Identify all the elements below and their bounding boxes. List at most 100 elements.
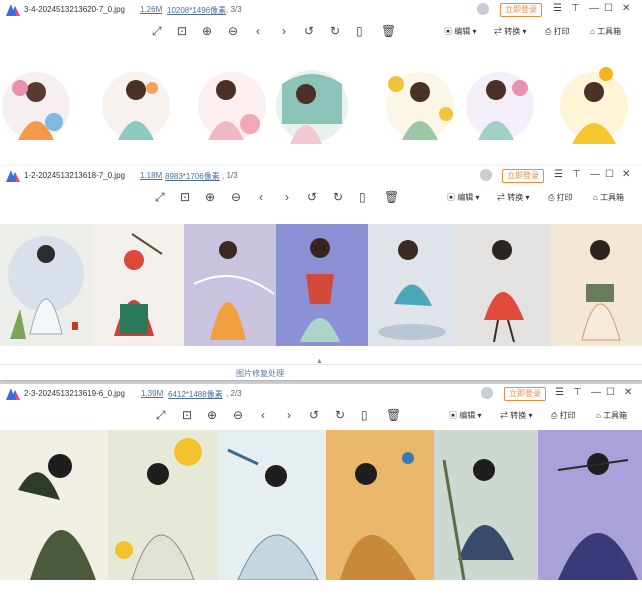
round-illustration xyxy=(276,70,348,144)
toolbox-button[interactable]: ⌂ 工具箱 xyxy=(590,26,621,37)
toolbar: ⤢ ⊡ ⊕ ⊖ ‹ › ↺ ↻ ▯ 🗑 ▣ 编辑 ▾ ⇄ 转换 ▾ ⎙ 打印 ⌂… xyxy=(0,186,642,210)
edit-button[interactable]: ▣ 编辑 ▾ xyxy=(444,26,476,37)
app-logo-icon xyxy=(6,170,20,182)
close-icon[interactable]: ✕ xyxy=(624,387,632,399)
illustration-panel xyxy=(458,224,550,346)
maximize-icon[interactable]: ☐ xyxy=(604,3,613,15)
illustration-panel xyxy=(0,430,108,580)
actual-size-icon[interactable]: ⊡ xyxy=(182,408,192,422)
maximize-icon[interactable]: ☐ xyxy=(606,387,615,399)
zoom-out-icon[interactable]: ⊖ xyxy=(233,408,243,422)
print-button[interactable]: ⎙ 打印 xyxy=(551,410,576,421)
rotate-right-icon[interactable]: ↻ xyxy=(330,24,340,38)
menu-icon[interactable]: ☰ xyxy=(554,169,563,181)
toolbox-button[interactable]: ⌂ 工具箱 xyxy=(596,410,627,421)
rotate-right-icon[interactable]: ↻ xyxy=(333,190,343,204)
image-dimensions-link[interactable]: 10208*1496像素 xyxy=(167,5,226,16)
previous-icon[interactable]: ‹ xyxy=(256,24,260,38)
rotate-left-icon[interactable]: ↺ xyxy=(304,24,314,38)
login-button[interactable]: 立即登录 xyxy=(500,3,542,17)
actual-size-icon[interactable]: ⊡ xyxy=(177,24,187,38)
image-canvas xyxy=(0,224,642,346)
file-size-link[interactable]: 1.39M xyxy=(141,389,163,398)
minimize-icon[interactable]: — xyxy=(590,169,600,181)
delete-icon[interactable]: 🗑 xyxy=(386,408,401,422)
zoom-out-icon[interactable]: ⊖ xyxy=(231,190,241,204)
fit-screen-icon[interactable]: ⤢ xyxy=(155,190,165,204)
user-avatar-icon[interactable] xyxy=(481,387,493,399)
zoom-in-icon[interactable]: ⊕ xyxy=(202,24,212,38)
edit-button[interactable]: ▣ 编辑 ▾ xyxy=(449,410,481,421)
rotate-left-icon[interactable]: ↺ xyxy=(307,190,317,204)
delete-icon[interactable]: 🗑 xyxy=(381,24,396,38)
login-button[interactable]: 立即登录 xyxy=(502,169,544,183)
title-bar: 3-4-2024513213620-7_0.jpg 1.26M 10208*14… xyxy=(0,0,642,20)
minimize-icon[interactable]: — xyxy=(591,387,601,399)
scroll-up-icon[interactable]: ▲ xyxy=(316,358,323,365)
mouse-mode-icon[interactable]: ▯ xyxy=(361,408,368,422)
title-bar: 2-3-2024513213619-6_0.jpg 1.39M 6412*148… xyxy=(0,384,642,404)
app-logo-icon xyxy=(6,388,20,400)
round-illustration xyxy=(198,72,266,140)
edit-button[interactable]: ▣ 编辑 ▾ xyxy=(447,192,479,203)
viewer-footer: ▲ 图片修复处理 xyxy=(0,346,642,380)
convert-button[interactable]: ⇄ 转换 ▾ xyxy=(500,410,532,421)
background-text: 图片修复处理 xyxy=(236,369,284,378)
close-icon[interactable]: ✕ xyxy=(622,3,630,15)
zoom-in-icon[interactable]: ⊕ xyxy=(207,408,217,422)
pin-icon[interactable]: ⊤ xyxy=(571,3,580,15)
close-icon[interactable]: ✕ xyxy=(622,169,630,181)
page-indicator: , 3/3 xyxy=(226,5,242,14)
maximize-icon[interactable]: ☐ xyxy=(605,169,614,181)
pin-icon[interactable]: ⊤ xyxy=(572,169,581,181)
user-avatar-icon[interactable] xyxy=(480,169,492,181)
zoom-out-icon[interactable]: ⊖ xyxy=(228,24,238,38)
login-button[interactable]: 立即登录 xyxy=(504,387,546,401)
print-button[interactable]: ⎙ 打印 xyxy=(548,192,573,203)
image-dimensions-link[interactable]: 8983*1706像素 xyxy=(165,171,220,182)
toolbox-button[interactable]: ⌂ 工具箱 xyxy=(593,192,624,203)
convert-button[interactable]: ⇄ 转换 ▾ xyxy=(494,26,526,37)
file-name: 1-2-2024513213618-7_0.jpg xyxy=(24,171,125,180)
toolbar: ⤢ ⊡ ⊕ ⊖ ‹ › ↺ ↻ ▯ 🗑 ▣ 编辑 ▾ ⇄ 转换 ▾ ⎙ 打印 ⌂… xyxy=(0,20,642,44)
illustration-panel xyxy=(368,224,458,346)
illustration-panel xyxy=(92,224,184,346)
previous-icon[interactable]: ‹ xyxy=(261,408,265,422)
mouse-mode-icon[interactable]: ▯ xyxy=(359,190,366,204)
file-name: 2-3-2024513213619-6_0.jpg xyxy=(24,389,125,398)
title-bar: 1-2-2024513213618-7_0.jpg 1.18M 8983*170… xyxy=(0,166,642,186)
fit-screen-icon[interactable]: ⤢ xyxy=(152,24,162,38)
file-name: 3-4-2024513213620-7_0.jpg xyxy=(24,5,125,14)
previous-icon[interactable]: ‹ xyxy=(259,190,263,204)
delete-icon[interactable]: 🗑 xyxy=(384,190,399,204)
image-canvas xyxy=(0,430,642,580)
illustration-panel xyxy=(0,224,92,346)
zoom-in-icon[interactable]: ⊕ xyxy=(205,190,215,204)
rotate-right-icon[interactable]: ↻ xyxy=(335,408,345,422)
file-size-link[interactable]: 1.26M xyxy=(140,5,162,14)
illustration-panel xyxy=(550,224,642,346)
viewer-window-3: 2-3-2024513213619-6_0.jpg 1.39M 6412*148… xyxy=(0,384,642,594)
image-dimensions-link[interactable]: 6412*1488像素 xyxy=(168,389,223,400)
print-button[interactable]: ⎙ 打印 xyxy=(545,26,570,37)
fit-screen-icon[interactable]: ⤢ xyxy=(156,408,166,422)
next-icon[interactable]: › xyxy=(285,190,289,204)
pin-icon[interactable]: ⊤ xyxy=(573,387,582,399)
mouse-mode-icon[interactable]: ▯ xyxy=(356,24,363,38)
menu-icon[interactable]: ☰ xyxy=(553,3,562,15)
rotate-left-icon[interactable]: ↺ xyxy=(309,408,319,422)
minimize-icon[interactable]: — xyxy=(589,3,599,15)
actual-size-icon[interactable]: ⊡ xyxy=(180,190,190,204)
viewer-window-2: 1-2-2024513213618-7_0.jpg 1.18M 8983*170… xyxy=(0,166,642,380)
convert-button[interactable]: ⇄ 转换 ▾ xyxy=(497,192,529,203)
illustration-panel xyxy=(108,430,218,580)
next-icon[interactable]: › xyxy=(287,408,291,422)
menu-icon[interactable]: ☰ xyxy=(555,387,564,399)
round-illustration xyxy=(2,72,70,140)
round-illustration xyxy=(102,72,170,140)
user-avatar-icon[interactable] xyxy=(477,3,489,15)
viewer-window-1: 3-4-2024513213620-7_0.jpg 1.26M 10208*14… xyxy=(0,0,642,166)
round-illustration xyxy=(466,72,534,140)
next-icon[interactable]: › xyxy=(282,24,286,38)
file-size-link[interactable]: 1.18M xyxy=(140,171,162,180)
